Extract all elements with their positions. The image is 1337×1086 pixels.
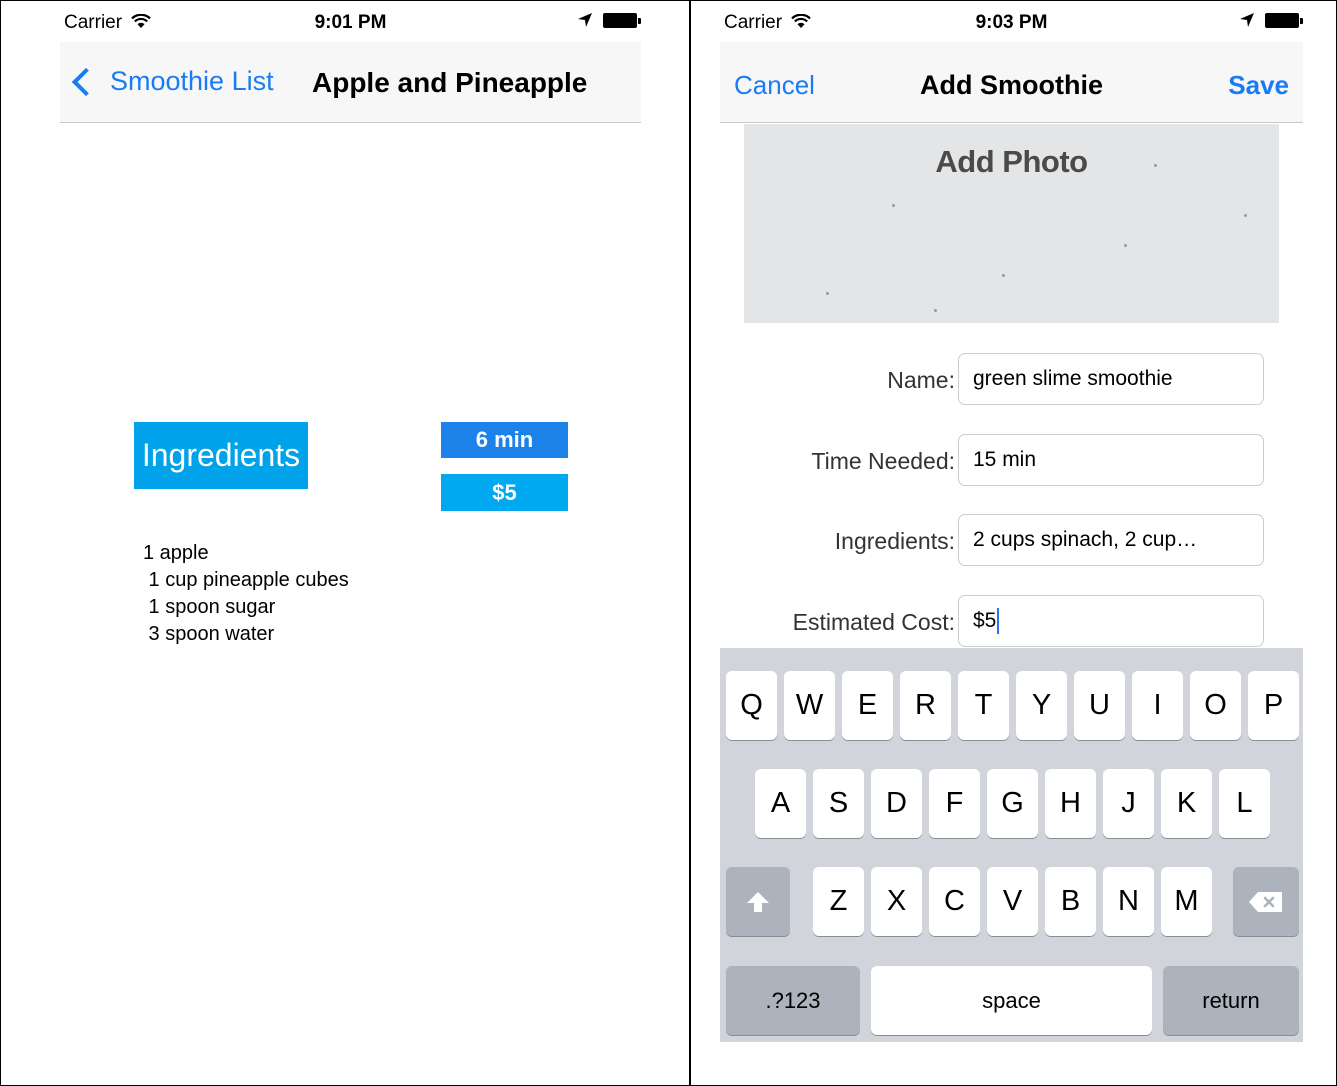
time-badge: 6 min [441, 422, 568, 458]
add-photo-label: Add Photo [935, 144, 1088, 179]
photo-texture-speck [1244, 214, 1247, 217]
space-key[interactable]: space [871, 966, 1152, 1035]
chevron-left-icon [71, 67, 101, 96]
key-n[interactable]: N [1103, 867, 1154, 936]
photo-texture-speck [1002, 274, 1005, 277]
estimated-cost-label: Estimated Cost: [792, 609, 955, 635]
page-title: Add Smoothie [920, 70, 1103, 100]
time-needed-field[interactable]: 15 min [958, 434, 1264, 486]
ingredients-row: Ingredients: 2 cups spinach, 2 cup… [720, 514, 1303, 570]
key-r[interactable]: R [900, 671, 951, 740]
shift-arrow-icon [747, 891, 769, 912]
photo-texture-speck [1154, 164, 1157, 167]
add-photo-button[interactable]: Add Photo [744, 124, 1279, 323]
key-x[interactable]: X [871, 867, 922, 936]
key-g[interactable]: G [987, 769, 1038, 838]
key-c[interactable]: C [929, 867, 980, 936]
ingredient-list: 1 apple 1 cup pineapple cubes 1 spoon su… [143, 540, 349, 648]
status-time: 9:03 PM [975, 12, 1048, 33]
smoothie-detail-screen: Carrier 9:01 PM Smoothie List Apple and … [60, 0, 641, 1086]
key-t[interactable]: T [958, 671, 1009, 740]
key-m[interactable]: M [1161, 867, 1212, 936]
backspace-icon [1249, 891, 1282, 912]
name-label: Name: [887, 367, 955, 393]
navigation-bar: Cancel Add Smoothie Save [720, 42, 1303, 123]
photo-texture-speck [892, 204, 895, 207]
list-item: 1 spoon sugar [143, 596, 276, 618]
back-button[interactable]: Smoothie List [70, 66, 274, 97]
screen-divider [689, 0, 691, 1086]
name-field[interactable]: green slime smoothie [958, 353, 1264, 405]
page-title: Apple and Pineapple [312, 67, 588, 98]
estimated-cost-row: Estimated Cost: $5 [720, 595, 1303, 651]
status-bar: Carrier 9:03 PM [720, 0, 1303, 42]
photo-texture-speck [826, 292, 829, 295]
key-s[interactable]: S [813, 769, 864, 838]
shift-key[interactable] [726, 867, 790, 936]
key-y[interactable]: Y [1016, 671, 1067, 740]
key-q[interactable]: Q [726, 671, 777, 740]
back-button-label: Smoothie List [110, 66, 274, 96]
estimated-cost-value: $5 [973, 609, 997, 632]
delete-key[interactable] [1233, 867, 1299, 936]
list-item: 1 cup pineapple cubes [143, 569, 349, 591]
estimated-cost-field[interactable]: $5 [958, 595, 1264, 647]
name-row: Name: green slime smoothie [720, 353, 1303, 409]
battery-icon [1265, 12, 1303, 28]
key-u[interactable]: U [1074, 671, 1125, 740]
status-time: 9:01 PM [314, 12, 387, 33]
key-b[interactable]: B [1045, 867, 1096, 936]
cost-badge: $5 [441, 474, 568, 511]
key-f[interactable]: F [929, 769, 980, 838]
keyboard: Q W E R T Y U I O P A S D F G H J K L Z … [720, 648, 1303, 1042]
photo-texture-speck [1124, 244, 1127, 247]
key-i[interactable]: I [1132, 671, 1183, 740]
key-o[interactable]: O [1190, 671, 1241, 740]
key-w[interactable]: W [784, 671, 835, 740]
key-l[interactable]: L [1219, 769, 1270, 838]
navigation-bar: Smoothie List Apple and Pineapple [60, 42, 641, 123]
save-button[interactable]: Save [1228, 70, 1289, 101]
time-needed-row: Time Needed: 15 min [720, 434, 1303, 490]
key-d[interactable]: D [871, 769, 922, 838]
add-smoothie-screen: Carrier 9:03 PM Cancel Add Smoothie Save… [720, 0, 1303, 1086]
status-indicators [1239, 12, 1303, 28]
numbers-key[interactable]: .?123 [726, 966, 860, 1035]
key-v[interactable]: V [987, 867, 1038, 936]
text-cursor [997, 608, 1000, 634]
key-h[interactable]: H [1045, 769, 1096, 838]
photo-texture-speck [934, 309, 937, 312]
status-bar: Carrier 9:01 PM [60, 0, 641, 42]
key-p[interactable]: P [1248, 671, 1299, 740]
key-j[interactable]: J [1103, 769, 1154, 838]
list-item: 1 apple [143, 542, 209, 564]
key-a[interactable]: A [755, 769, 806, 838]
ingredients-label: Ingredients [134, 422, 308, 489]
ingredients-label: Ingredients: [834, 528, 955, 554]
time-needed-label: Time Needed: [811, 448, 955, 474]
location-arrow-icon [1240, 13, 1254, 27]
key-e[interactable]: E [842, 671, 893, 740]
key-z[interactable]: Z [813, 867, 864, 936]
key-k[interactable]: K [1161, 769, 1212, 838]
battery-icon [603, 12, 641, 28]
return-key[interactable]: return [1163, 966, 1299, 1035]
list-item: 3 spoon water [143, 623, 275, 645]
ingredients-field[interactable]: 2 cups spinach, 2 cup… [958, 514, 1264, 566]
location-arrow-icon [578, 13, 592, 27]
status-indicators [577, 12, 641, 28]
